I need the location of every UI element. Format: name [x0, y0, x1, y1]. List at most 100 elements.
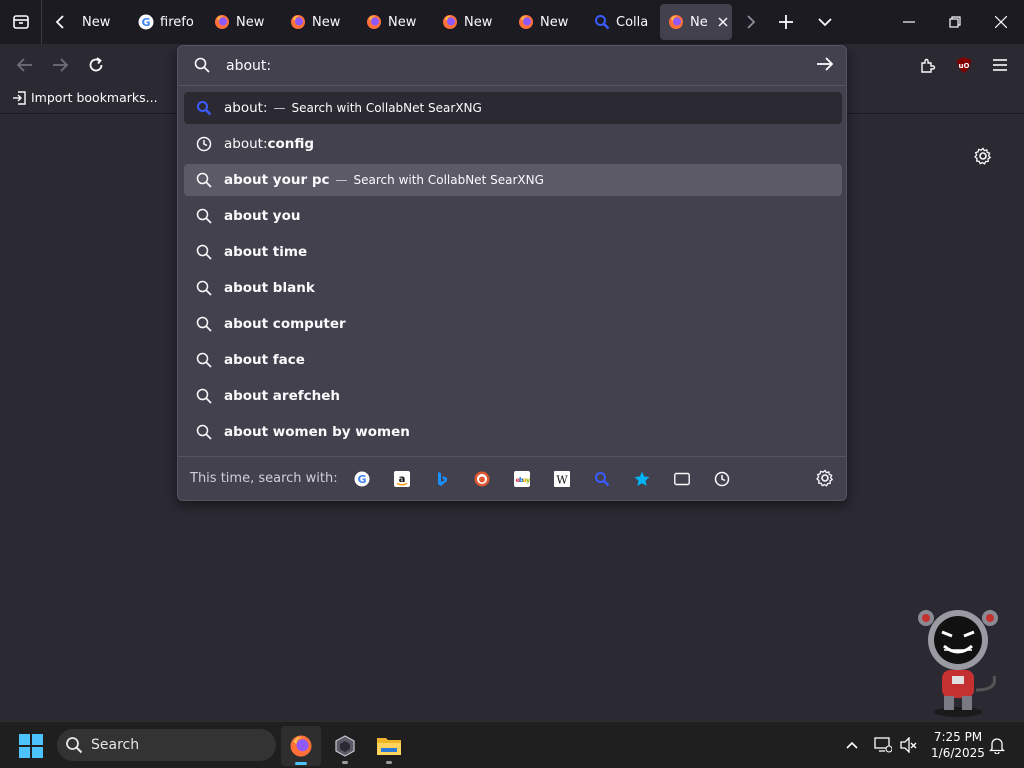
search-icon	[196, 244, 212, 260]
firefox-icon	[519, 15, 533, 29]
duckduckgo-icon	[474, 471, 490, 486]
svg-text:y: y	[526, 476, 530, 484]
suggestion-row[interactable]: about you	[184, 200, 842, 232]
suggestion-row[interactable]: about: — Search with CollabNet SearXNG	[184, 92, 842, 124]
volume-button[interactable]	[896, 732, 922, 758]
chevron-left-icon	[55, 15, 64, 29]
svg-text:G: G	[357, 473, 366, 486]
list-all-tabs-button[interactable]	[810, 6, 840, 38]
chevron-up-icon	[846, 741, 858, 749]
suggestion-row[interactable]: about arefcheh	[184, 380, 842, 412]
engine-ebay-button[interactable]: ebay	[502, 463, 542, 495]
tab[interactable]: Colla	[586, 4, 652, 40]
extensions-button[interactable]	[913, 50, 943, 80]
search-icon	[196, 352, 212, 368]
notifications-button[interactable]	[984, 732, 1010, 758]
suggestion-row[interactable]: about blank	[184, 272, 842, 304]
suggestion-row[interactable]: about time	[184, 236, 842, 268]
google-icon: G	[354, 471, 370, 486]
page-settings-button[interactable]	[972, 145, 994, 167]
restore-button[interactable]	[932, 0, 978, 44]
taskbar-firefox[interactable]	[281, 726, 321, 766]
chevron-right-icon	[747, 15, 756, 29]
tab[interactable]: New	[282, 4, 348, 40]
arrow-right-icon	[53, 58, 68, 72]
go-arrow-icon[interactable]	[816, 56, 834, 72]
tab-label: New	[464, 14, 493, 30]
suggestion-row[interactable]: about women by women	[184, 416, 842, 448]
tab[interactable]: New	[434, 4, 500, 40]
close-tab-icon[interactable]	[718, 17, 728, 27]
close-window-button[interactable]	[978, 0, 1024, 44]
search-icon	[196, 424, 212, 440]
engine-amazon-button[interactable]: a	[382, 463, 422, 495]
plus-icon	[779, 15, 793, 29]
searxng-icon	[595, 471, 610, 486]
suggestion-separator: —	[273, 101, 286, 115]
minimize-icon	[903, 21, 915, 23]
engine-google-button[interactable]: G	[342, 463, 382, 495]
new-tab-button[interactable]	[771, 6, 801, 38]
tab[interactable]: G firefo	[130, 4, 196, 40]
tab[interactable]: New	[206, 4, 272, 40]
tab[interactable]: New	[510, 4, 576, 40]
engine-bing-button[interactable]	[422, 463, 462, 495]
search-icon	[196, 388, 212, 404]
engine-duckduckgo-button[interactable]	[462, 463, 502, 495]
scroll-tabs-right-button[interactable]	[738, 6, 762, 38]
bell-icon	[989, 738, 1005, 754]
suggestion-action: Search with CollabNet SearXNG	[291, 101, 482, 115]
suggestion-bold-text: about women by women	[224, 424, 410, 440]
firefox-view-icon	[12, 15, 29, 29]
suggestion-row-selected[interactable]: about your pc — Search with CollabNet Se…	[184, 164, 842, 196]
suggestion-separator: —	[335, 173, 348, 187]
robot-mascot-image	[918, 610, 998, 717]
engine-searxng-button[interactable]	[582, 463, 622, 495]
search-icon	[595, 15, 610, 30]
ublock-origin-button[interactable]: uO	[949, 50, 979, 80]
show-hidden-icons-button[interactable]	[839, 732, 865, 758]
ublock-origin-icon: uO	[957, 57, 971, 73]
google-icon: G	[138, 14, 154, 30]
firefox-icon	[215, 15, 229, 29]
restore-icon	[949, 16, 961, 28]
star-icon	[634, 471, 650, 486]
taskbar-clock[interactable]: 7:25 PM 1/6/2025	[926, 729, 990, 761]
back-button[interactable]	[10, 50, 40, 80]
chevron-down-icon	[818, 18, 832, 27]
minimize-button[interactable]	[886, 0, 932, 44]
searxng-icon	[197, 101, 212, 116]
search-icon	[66, 737, 83, 754]
forward-button[interactable]	[45, 50, 75, 80]
urlbar-input[interactable]	[226, 54, 786, 78]
engine-tabs-button[interactable]	[662, 463, 702, 495]
suggestion-row[interactable]: about: config	[184, 128, 842, 160]
one-off-search-buttons: This time, search with: G a ebay W	[178, 456, 846, 500]
engine-bookmarks-button[interactable]	[622, 463, 662, 495]
import-bookmarks-button[interactable]: Import bookmarks...	[12, 90, 158, 105]
running-app-indicator	[386, 761, 392, 764]
app-menu-button[interactable]	[985, 50, 1015, 80]
suggestion-bold-text: config	[267, 136, 315, 152]
firefox-view-button[interactable]	[0, 0, 42, 44]
tab[interactable]: New	[74, 4, 134, 40]
tab-active[interactable]: Ne	[660, 4, 732, 40]
tab[interactable]: New	[358, 4, 424, 40]
search-settings-gear-icon[interactable]	[816, 469, 834, 487]
taskbar-search-box[interactable]: Search	[57, 729, 276, 761]
reload-button[interactable]	[81, 50, 111, 80]
suggestion-row[interactable]: about face	[184, 344, 842, 376]
running-app-indicator	[342, 761, 348, 764]
scroll-tabs-left-button[interactable]	[48, 6, 74, 38]
engine-history-button[interactable]	[702, 463, 742, 495]
suggestion-row[interactable]: about computer	[184, 308, 842, 340]
cube-app-icon	[335, 735, 355, 757]
network-status-button[interactable]	[870, 732, 896, 758]
start-button[interactable]	[16, 732, 46, 760]
windows-logo-icon	[19, 734, 43, 758]
taskbar-app[interactable]	[325, 726, 365, 766]
tab-label: firefo	[160, 14, 194, 30]
engine-wikipedia-button[interactable]: W	[542, 463, 582, 495]
taskbar-file-explorer[interactable]	[369, 726, 409, 766]
tab-label: Colla	[616, 14, 649, 30]
